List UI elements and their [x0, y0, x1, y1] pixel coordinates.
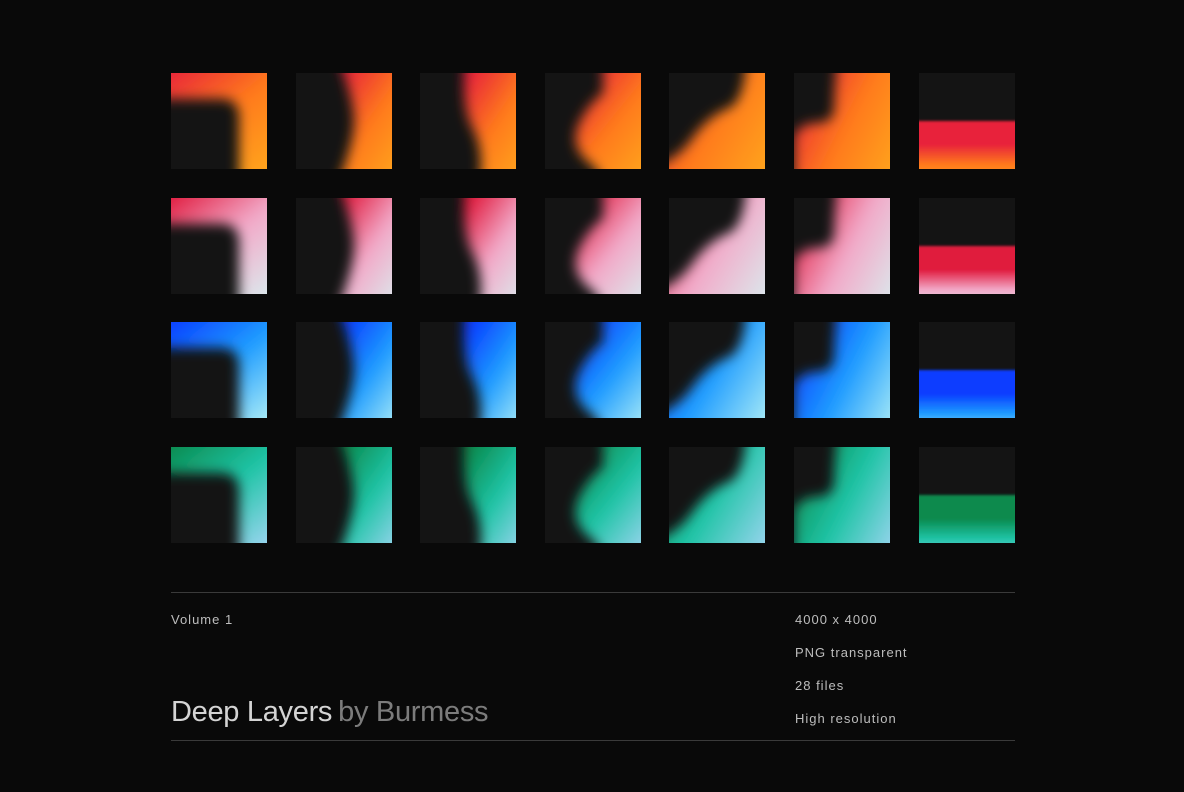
divider-bottom	[171, 740, 1015, 741]
gradient-tile-pink-wave	[420, 198, 516, 294]
gradient-tile-pink-diagonal-blob	[669, 198, 765, 294]
gradient-tile-pink-hook	[794, 198, 890, 294]
gradient-tile-green-chevron	[296, 447, 392, 543]
gradient-tile-pink-chevron	[296, 198, 392, 294]
product-title: Deep Layers by Burmess	[171, 696, 489, 729]
gradient-tile-orange-horizon-band	[919, 73, 1015, 169]
title-main: Deep Layers	[171, 696, 333, 728]
gradient-tile-blue-hook	[794, 322, 890, 418]
spec-file-count: 28 files	[795, 678, 845, 693]
gradient-tile-green-diagonal-blob	[669, 447, 765, 543]
gradient-tile-blue-bulge	[545, 322, 641, 418]
gradient-tile-blue-corner-bracket	[171, 322, 267, 418]
spec-resolution: 4000 x 4000	[795, 612, 878, 627]
title-byline: by Burmess	[338, 696, 489, 728]
gradient-tile-green-horizon-band	[919, 447, 1015, 543]
volume-label: Volume 1	[171, 612, 234, 627]
gradient-tile-orange-chevron	[296, 73, 392, 169]
gradient-grid	[0, 0, 1184, 560]
gradient-tile-blue-diagonal-blob	[669, 322, 765, 418]
gradient-tile-blue-wave	[420, 322, 516, 418]
gradient-tile-orange-diagonal-blob	[669, 73, 765, 169]
gradient-tile-pink-bulge	[545, 198, 641, 294]
gradient-tile-green-corner-bracket	[171, 447, 267, 543]
gradient-tile-green-wave	[420, 447, 516, 543]
gradient-tile-blue-chevron	[296, 322, 392, 418]
divider-top	[171, 592, 1015, 593]
spec-format: PNG transparent	[795, 645, 908, 660]
gradient-tile-pink-corner-bracket	[171, 198, 267, 294]
spec-quality: High resolution	[795, 711, 897, 726]
gradient-tile-orange-hook	[794, 73, 890, 169]
gradient-tile-orange-bulge	[545, 73, 641, 169]
gradient-tile-orange-corner-bracket	[171, 73, 267, 169]
gradient-tile-green-bulge	[545, 447, 641, 543]
gradient-tile-pink-horizon-band	[919, 198, 1015, 294]
gradient-tile-blue-horizon-band	[919, 322, 1015, 418]
gradient-tile-orange-wave	[420, 73, 516, 169]
gradient-tile-green-hook	[794, 447, 890, 543]
